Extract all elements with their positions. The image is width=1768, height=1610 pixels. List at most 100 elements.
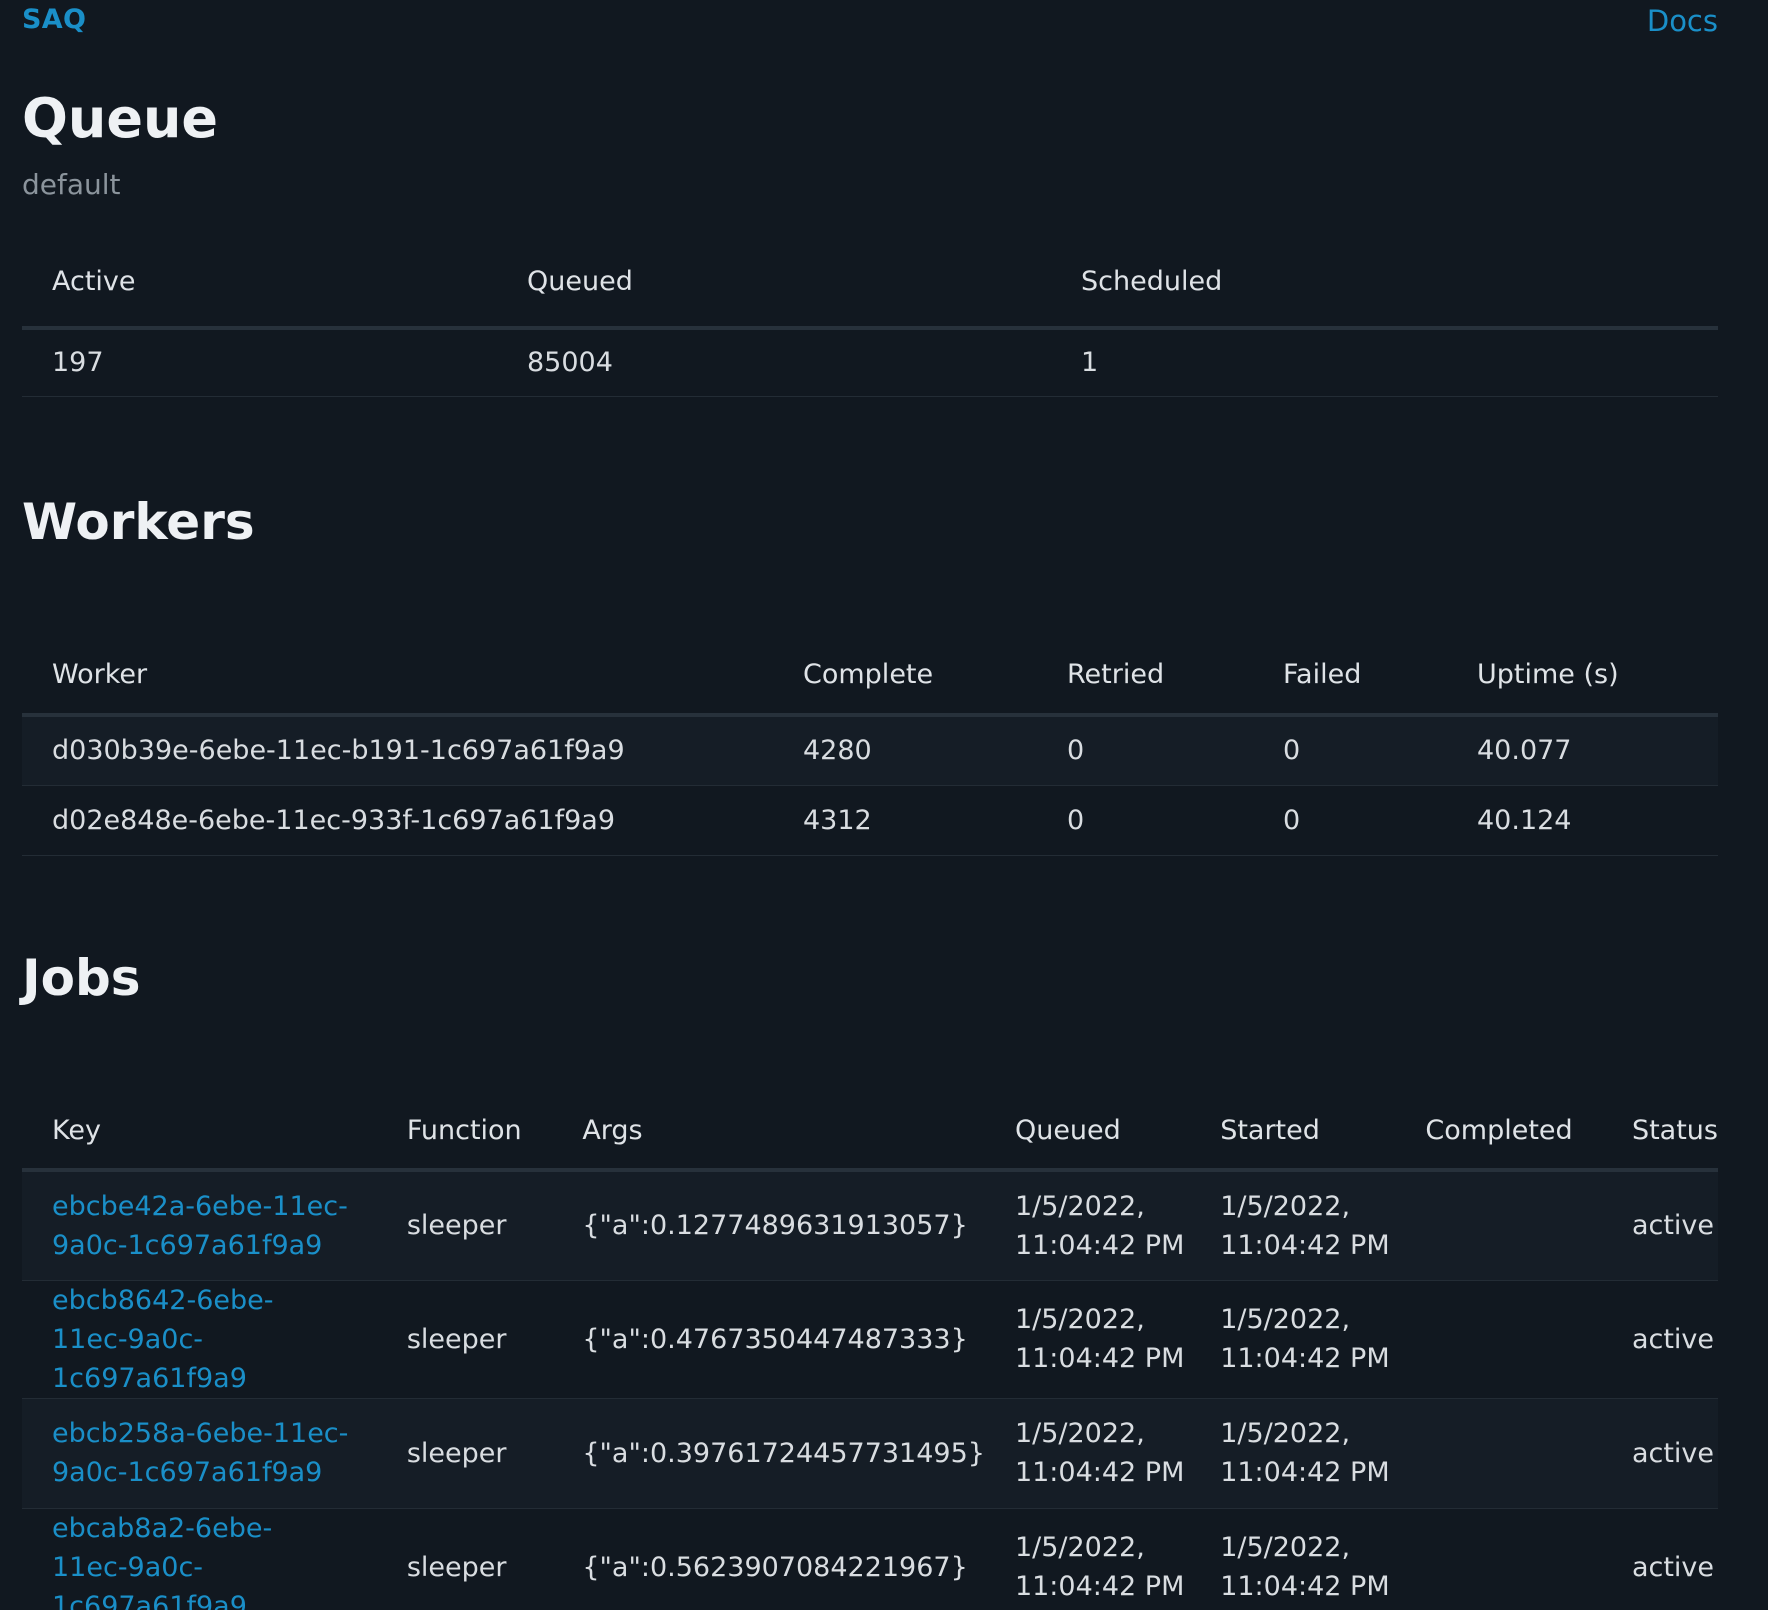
header-completed: Completed xyxy=(1395,1092,1602,1172)
header-started: Started xyxy=(1190,1092,1396,1172)
job-started: 1/5/2022, 11:04:42 PM xyxy=(1190,1170,1396,1281)
job-key-line: 9a0c-1c697a61f9a9 xyxy=(52,1457,323,1488)
table-header-row: Active Queued Scheduled xyxy=(22,236,1718,330)
job-completed xyxy=(1395,1398,1602,1509)
job-key-line: 9a0c-1c697a61f9a9 xyxy=(52,1229,323,1261)
job-args: {"a":0.5623907084221967} xyxy=(552,1508,985,1610)
header-worker: Worker xyxy=(22,635,773,717)
job-status: active xyxy=(1601,1280,1718,1399)
job-completed xyxy=(1395,1508,1602,1610)
table-row: ebcb258a-6ebe-11ec- 9a0c-1c697a61f9a9 sle… xyxy=(22,1398,1718,1509)
job-args: {"a":0.1277489631913057} xyxy=(552,1170,985,1281)
job-started-date: 1/5/2022, xyxy=(1220,1190,1351,1222)
job-key-link[interactable]: ebcab8a2-6ebe- 11ec-9a0c-1c697a61f9a9 xyxy=(52,1509,377,1610)
worker-retried: 0 xyxy=(1037,715,1253,786)
header-status: Status xyxy=(1601,1092,1718,1172)
worker-retried: 0 xyxy=(1037,785,1253,856)
table-row: ebcb8642-6ebe- 11ec-9a0c-1c697a61f9a9 sle… xyxy=(22,1280,1718,1399)
job-started-time: 11:04:42 PM xyxy=(1220,1229,1390,1261)
job-key-link[interactable]: ebcbe42a-6ebe-11ec- 9a0c-1c697a61f9a9 xyxy=(52,1187,348,1265)
job-started-date: 1/5/2022, xyxy=(1220,1304,1351,1335)
job-started-time: 11:04:42 PM xyxy=(1220,1571,1390,1602)
header-uptime: Uptime (s) xyxy=(1447,635,1718,717)
job-key-line: 11ec-9a0c-1c697a61f9a9 xyxy=(52,1323,247,1394)
header-queued: Queued xyxy=(984,1092,1191,1172)
job-started-time: 11:04:42 PM xyxy=(1220,1457,1390,1488)
job-queued: 1/5/2022, 11:04:42 PM xyxy=(984,1508,1191,1610)
job-status: active xyxy=(1601,1170,1718,1281)
scheduled-count: 1 xyxy=(1051,328,1718,397)
job-queued-time: 11:04:42 PM xyxy=(1014,1229,1185,1261)
queue-name: default xyxy=(22,168,121,201)
worker-uptime: 40.077 xyxy=(1447,715,1718,786)
job-key-line: ebcab8a2-6ebe- xyxy=(52,1512,273,1544)
header-function: Function xyxy=(376,1092,553,1172)
job-queued-date: 1/5/2022, xyxy=(1014,1418,1145,1449)
job-queued-time: 11:04:42 PM xyxy=(1014,1571,1185,1602)
jobs-title: Jobs xyxy=(22,949,141,1007)
worker-complete: 4312 xyxy=(773,785,1037,856)
job-key-link[interactable]: ebcb8642-6ebe- 11ec-9a0c-1c697a61f9a9 xyxy=(52,1281,377,1398)
workers-title: Workers xyxy=(22,493,255,551)
job-started: 1/5/2022, 11:04:42 PM xyxy=(1190,1398,1396,1509)
job-function: sleeper xyxy=(376,1280,553,1399)
job-function: sleeper xyxy=(376,1170,553,1281)
table-row: ebcbe42a-6ebe-11ec- 9a0c-1c697a61f9a9 sle… xyxy=(22,1170,1718,1281)
job-queued: 1/5/2022, 11:04:42 PM xyxy=(984,1398,1191,1509)
job-started-date: 1/5/2022, xyxy=(1220,1418,1351,1449)
job-queued-date: 1/5/2022, xyxy=(1014,1190,1145,1222)
job-args: {"a":0.4767350447487333} xyxy=(552,1280,985,1399)
worker-id: d030b39e-6ebe-11ec-b191-1c697a61f9a9 xyxy=(22,715,773,786)
jobs-table: Key Function Args Queued Started Complet… xyxy=(22,1092,1718,1610)
job-key-link[interactable]: ebcb258a-6ebe-11ec- 9a0c-1c697a61f9a9 xyxy=(52,1414,348,1492)
job-status: active xyxy=(1601,1398,1718,1509)
docs-link[interactable]: Docs xyxy=(1647,4,1718,38)
header-active: Active xyxy=(22,236,497,330)
workers-table: Worker Complete Retried Failed Uptime (s… xyxy=(22,635,1718,856)
queue-stats-table: Active Queued Scheduled 197 85004 1 xyxy=(22,236,1718,397)
job-queued-date: 1/5/2022, xyxy=(1014,1304,1145,1335)
worker-uptime: 40.124 xyxy=(1447,785,1718,856)
header-key: Key xyxy=(22,1092,377,1172)
job-started-date: 1/5/2022, xyxy=(1220,1532,1351,1563)
job-queued-time: 11:04:42 PM xyxy=(1014,1343,1185,1374)
job-args: {"a":0.39761724457731495} xyxy=(552,1398,985,1509)
job-key-line: ebcb258a-6ebe-11ec- xyxy=(52,1418,349,1449)
table-row: d030b39e-6ebe-11ec-b191-1c697a61f9a9 428… xyxy=(22,715,1718,786)
table-row: 197 85004 1 xyxy=(22,328,1718,397)
header-failed: Failed xyxy=(1253,635,1447,717)
queued-count: 85004 xyxy=(497,328,1051,397)
job-function: sleeper xyxy=(376,1508,553,1610)
job-status: active xyxy=(1601,1508,1718,1610)
header-retried: Retried xyxy=(1037,635,1253,717)
worker-failed: 0 xyxy=(1253,785,1447,856)
job-queued-time: 11:04:42 PM xyxy=(1014,1457,1185,1488)
job-key-line: ebcbe42a-6ebe-11ec- xyxy=(52,1190,348,1222)
job-key-line: 11ec-9a0c-1c697a61f9a9 xyxy=(52,1551,247,1610)
worker-failed: 0 xyxy=(1253,715,1447,786)
job-key-line: ebcb8642-6ebe- xyxy=(52,1284,274,1316)
job-queued: 1/5/2022, 11:04:42 PM xyxy=(984,1170,1191,1281)
table-header-row: Key Function Args Queued Started Complet… xyxy=(22,1092,1718,1172)
job-completed xyxy=(1395,1280,1602,1399)
job-function: sleeper xyxy=(376,1398,553,1509)
table-row: ebcab8a2-6ebe- 11ec-9a0c-1c697a61f9a9 sle… xyxy=(22,1508,1718,1610)
job-completed xyxy=(1395,1170,1602,1281)
table-header-row: Worker Complete Retried Failed Uptime (s… xyxy=(22,635,1718,717)
table-row: d02e848e-6ebe-11ec-933f-1c697a61f9a9 431… xyxy=(22,785,1718,856)
header-args: Args xyxy=(552,1092,985,1172)
job-started-time: 11:04:42 PM xyxy=(1220,1343,1390,1374)
job-queued-date: 1/5/2022, xyxy=(1014,1532,1145,1563)
header-scheduled: Scheduled xyxy=(1051,236,1718,330)
brand-link[interactable]: SAQ xyxy=(22,4,86,35)
page-title: Queue xyxy=(22,87,219,150)
page: SAQ Docs Queue default Active Queued Sch… xyxy=(0,0,1768,1610)
job-queued: 1/5/2022, 11:04:42 PM xyxy=(984,1280,1191,1399)
worker-id: d02e848e-6ebe-11ec-933f-1c697a61f9a9 xyxy=(22,785,773,856)
job-started: 1/5/2022, 11:04:42 PM xyxy=(1190,1280,1396,1399)
worker-complete: 4280 xyxy=(773,715,1037,786)
top-nav: SAQ Docs xyxy=(22,0,1718,44)
header-queued: Queued xyxy=(497,236,1051,330)
header-complete: Complete xyxy=(773,635,1037,717)
job-started: 1/5/2022, 11:04:42 PM xyxy=(1190,1508,1396,1610)
